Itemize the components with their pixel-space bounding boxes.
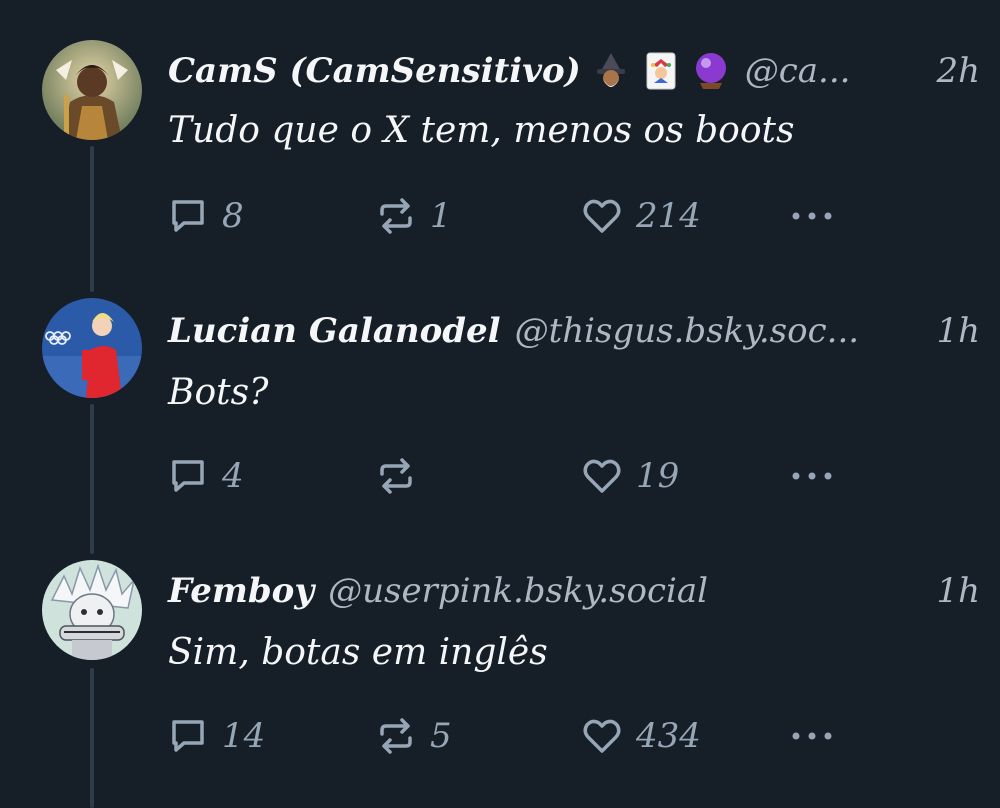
repost-button[interactable] <box>376 456 430 496</box>
post-text: Bots? <box>168 372 269 413</box>
timestamp[interactable]: 1h <box>936 571 980 611</box>
more-dots-icon <box>792 732 832 740</box>
display-name[interactable]: Femboy <box>168 571 314 611</box>
handle[interactable]: @thisgus.bsky.soc... <box>515 311 921 351</box>
avatar[interactable] <box>42 560 142 660</box>
thread-line <box>90 404 94 554</box>
handle[interactable]: @userpink.bsky.social <box>328 571 920 611</box>
reply-icon <box>172 720 204 752</box>
reply-button[interactable]: 14 <box>168 716 265 756</box>
reply-count: 4 <box>222 456 244 496</box>
post[interactable]: Femboy @userpink.bsky.social 1h Sim, bot… <box>0 0 1000 756</box>
post-text: Sim, botas em inglês <box>168 632 548 673</box>
reply-icon <box>172 460 204 492</box>
timestamp[interactable]: 1h <box>936 311 980 351</box>
like-button[interactable]: 19 <box>582 456 679 496</box>
like-count: 19 <box>636 456 680 496</box>
heart-icon <box>583 459 621 493</box>
more-options-button[interactable] <box>788 716 836 756</box>
avatar[interactable] <box>42 298 142 398</box>
repost-icon <box>380 718 412 754</box>
repost-count: 5 <box>430 716 452 756</box>
like-count: 434 <box>636 716 701 756</box>
repost-button[interactable]: 5 <box>376 716 452 756</box>
display-name[interactable]: Lucian Galanodel <box>168 311 501 351</box>
heart-icon <box>583 719 621 753</box>
repost-icon <box>380 458 412 494</box>
like-button[interactable]: 434 <box>582 716 701 756</box>
more-options-button[interactable] <box>788 456 836 496</box>
thread-line <box>90 668 94 808</box>
more-dots-icon <box>792 472 832 480</box>
reply-button[interactable]: 4 <box>168 456 244 496</box>
reply-count: 14 <box>222 716 266 756</box>
